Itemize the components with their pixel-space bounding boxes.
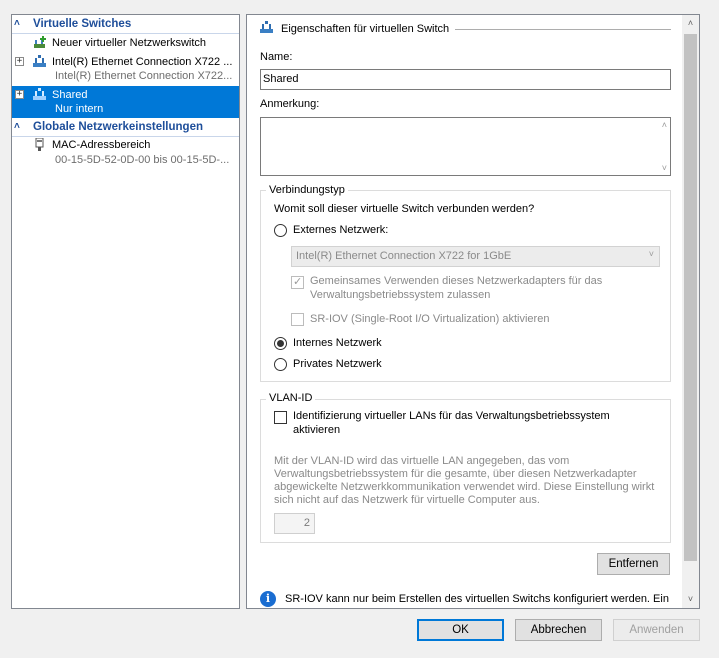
note-field[interactable]: ˄ ˅ <box>260 117 671 176</box>
scrollbar-thumb[interactable] <box>684 34 697 561</box>
tree-item-shared-switch[interactable]: + Shared Nur intern <box>12 86 239 118</box>
connection-question: Womit soll dieser virtuelle Switch verbu… <box>274 203 535 215</box>
vlan-enable-label-2: aktivieren <box>293 424 341 436</box>
section-title: Eigenschaften für virtuellen Switch <box>281 23 450 35</box>
vlan-description-1: Mit der VLAN-ID wird das virtuelle LAN a… <box>274 455 570 467</box>
external-network-label: Externes Netzwerk: <box>293 224 389 236</box>
network-switch-icon <box>260 21 273 33</box>
sriov-label: SR-IOV (Single-Root I/O Virtualization) … <box>310 313 550 325</box>
vlan-enable-label-1: Identifizierung virtueller LANs für das … <box>293 410 610 422</box>
info-icon: i <box>260 591 276 607</box>
vlan-title: VLAN-ID <box>266 392 316 404</box>
tree-item-mac-range[interactable]: MAC-Adressbereich 00-15-5D-52-0D-00 bis … <box>12 137 239 169</box>
global-settings-header[interactable]: ˄ Globale Netzwerkeinstellungen <box>12 119 239 137</box>
share-adapter-label-2: Verwaltungsbetriebssystem zulassen <box>310 289 491 301</box>
share-adapter-label-1: Gemeinsames Verwenden dieses Netzwerkada… <box>310 275 603 287</box>
vlan-description-3: abgewickelte Netzwerkkommunikation verwe… <box>274 481 655 493</box>
tree-item-intel-switch[interactable]: + Intel(R) Ethernet Connection X722 ... … <box>12 53 239 85</box>
vlan-id-field[interactable]: 2 <box>274 513 315 534</box>
apply-button[interactable]: Anwenden <box>613 619 700 641</box>
connection-type-title: Verbindungstyp <box>266 184 348 196</box>
vlan-description-2: Verwaltungsbetriebssystem für die gesamt… <box>274 468 637 480</box>
switch-tree[interactable]: ˄ Virtuelle Switches Neuer virtueller Ne… <box>11 14 240 609</box>
collapse-icon[interactable]: ˄ <box>14 121 26 133</box>
vlan-enable-checkbox[interactable] <box>274 411 287 424</box>
collapse-icon[interactable]: ˄ <box>14 18 26 30</box>
private-network-label: Privates Netzwerk <box>293 358 382 370</box>
section-divider <box>455 29 671 30</box>
cancel-button[interactable]: Abbrechen <box>515 619 602 641</box>
internal-network-label: Internes Netzwerk <box>293 337 382 349</box>
sriov-checkbox[interactable] <box>291 313 304 326</box>
checkmark-icon: ✓ <box>293 276 303 288</box>
scroll-down-icon[interactable]: ˅ <box>682 591 699 608</box>
name-field[interactable]: Shared <box>260 69 671 90</box>
name-label: Name: <box>260 51 293 63</box>
scroll-up-icon[interactable]: ˄ <box>682 15 699 32</box>
private-network-radio[interactable] <box>274 358 287 371</box>
note-label: Anmerkung: <box>260 98 320 110</box>
chevron-down-icon: ˅ <box>648 249 654 259</box>
network-switch-icon <box>33 55 46 67</box>
expand-icon[interactable]: + <box>15 90 24 99</box>
properties-scrollbar[interactable]: ˄ ˅ <box>682 15 699 608</box>
scroll-down-icon[interactable]: ˅ <box>662 163 667 173</box>
adapter-select[interactable]: Intel(R) Ethernet Connection X722 for 1G… <box>291 246 660 267</box>
remove-button[interactable]: Entfernen <box>597 553 670 575</box>
tree-item-new-switch[interactable]: Neuer virtueller Netzwerkswitch <box>12 35 239 51</box>
external-network-radio[interactable] <box>274 224 287 237</box>
info-message: SR-IOV kann nur beim Erstellen des virtu… <box>285 593 669 605</box>
network-adapter-icon <box>35 138 44 151</box>
virtual-switches-header[interactable]: ˄ Virtuelle Switches <box>12 16 239 34</box>
vlan-description-4: sich nicht auf das Netzwerk für virtuell… <box>274 494 540 506</box>
share-adapter-checkbox[interactable]: ✓ <box>291 276 304 289</box>
new-switch-icon <box>34 36 46 48</box>
internal-network-radio[interactable] <box>274 337 287 350</box>
network-switch-icon <box>33 88 46 100</box>
expand-icon[interactable]: + <box>15 57 24 66</box>
ok-button[interactable]: OK <box>417 619 504 641</box>
header-rule <box>12 33 239 34</box>
scroll-up-icon[interactable]: ˄ <box>662 120 667 130</box>
switch-properties-panel: Eigenschaften für virtuellen Switch Name… <box>246 14 700 609</box>
